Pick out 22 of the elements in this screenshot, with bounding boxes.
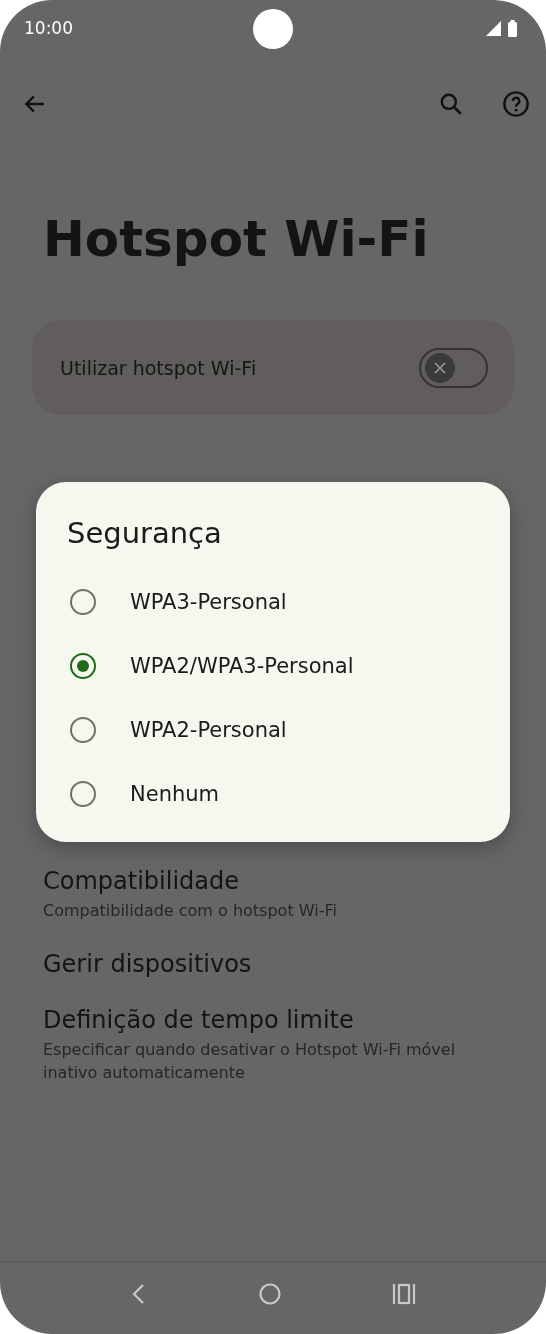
option-label[interactable]: Nenhum <box>130 782 219 806</box>
radio-button[interactable] <box>70 653 96 679</box>
option-label[interactable]: WPA2/WPA3-Personal <box>130 654 354 678</box>
close-icon <box>432 359 448 376</box>
camera-cutout <box>253 9 293 49</box>
radio-button[interactable] <box>70 781 96 807</box>
status-icons <box>484 19 520 37</box>
setting-subtitle: Especificar quando desativar o Hotspot Wi-Fi móvel inativo automaticamente <box>43 1039 457 1084</box>
dialog-title: Segurança <box>67 516 223 550</box>
search-icon[interactable] <box>438 91 464 117</box>
setting-subtitle: Compatibilidade com o hotspot Wi-Fi <box>43 900 338 922</box>
recents-nav-icon[interactable] <box>392 1283 416 1305</box>
radio-button[interactable] <box>70 589 96 615</box>
page-title: Hotspot Wi-Fi <box>43 210 430 268</box>
option-label[interactable]: WPA2-Personal <box>130 718 287 742</box>
toggle-label: Utilizar hotspot Wi-Fi <box>60 356 257 379</box>
status-time: 10:00 <box>24 18 73 38</box>
option-label[interactable]: WPA3-Personal <box>130 590 287 614</box>
toggle-switch[interactable] <box>419 347 488 388</box>
help-icon[interactable] <box>502 90 530 118</box>
radio-button[interactable] <box>70 717 96 743</box>
home-nav-icon[interactable] <box>258 1282 282 1306</box>
